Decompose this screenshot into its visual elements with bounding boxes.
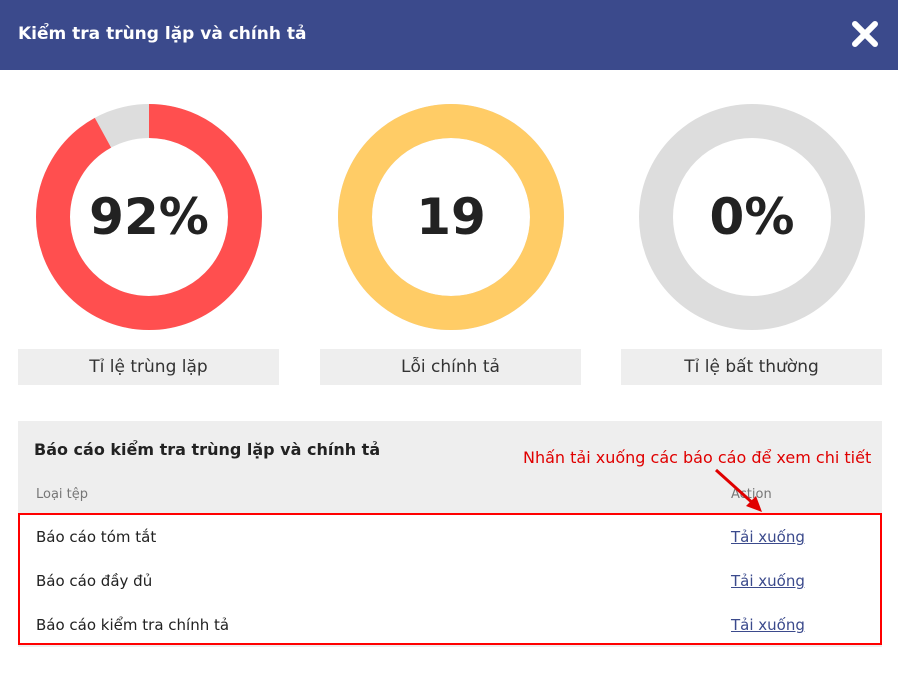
report-title: Báo cáo kiểm tra trùng lặp và chính tả <box>34 440 381 459</box>
anomaly-rate-ring: 0% <box>639 104 865 330</box>
spelling-errors-label: Lỗi chính tả <box>320 349 581 385</box>
stat-spelling-errors: 19 Lỗi chính tả <box>320 104 581 386</box>
spelling-errors-ring: 19 <box>338 104 564 330</box>
table-row: Báo cáo kiểm tra chính tả Tải xuống <box>20 605 880 645</box>
download-summary-link[interactable]: Tải xuống <box>731 528 805 546</box>
dialog-header: Kiểm tra trùng lặp và chính tả <box>0 0 898 70</box>
annotation-text: Nhấn tải xuống các báo cáo để xem chi ti… <box>523 448 872 467</box>
close-icon <box>852 21 878 47</box>
close-button[interactable] <box>847 16 883 52</box>
anomaly-rate-value: 0% <box>709 188 795 246</box>
report-name: Báo cáo tóm tắt <box>36 528 157 546</box>
column-header-action: Action <box>731 487 772 502</box>
spelling-errors-value: 19 <box>416 188 486 246</box>
duplicate-rate-ring: 92% <box>36 104 262 330</box>
report-name: Báo cáo đầy đủ <box>36 572 153 590</box>
column-header-file-type: Loại tệp <box>36 487 89 502</box>
table-row: Báo cáo đầy đủ Tải xuống <box>20 561 880 601</box>
dialog-title: Kiểm tra trùng lặp và chính tả <box>18 24 307 44</box>
download-spelling-link[interactable]: Tải xuống <box>731 616 805 634</box>
report-rows-highlight: Báo cáo tóm tắt Tải xuống Báo cáo đầy đủ… <box>18 513 882 645</box>
table-row: Báo cáo tóm tắt Tải xuống <box>20 517 880 557</box>
download-full-link[interactable]: Tải xuống <box>731 572 805 590</box>
report-name: Báo cáo kiểm tra chính tả <box>36 616 230 634</box>
duplicate-rate-value: 92% <box>89 188 209 246</box>
stat-anomaly-rate: 0% Tỉ lệ bất thường <box>621 104 882 386</box>
stat-duplicate-rate: 92% Tỉ lệ trùng lặp <box>18 104 279 386</box>
duplicate-rate-label: Tỉ lệ trùng lặp <box>18 349 279 385</box>
anomaly-rate-label: Tỉ lệ bất thường <box>621 349 882 385</box>
